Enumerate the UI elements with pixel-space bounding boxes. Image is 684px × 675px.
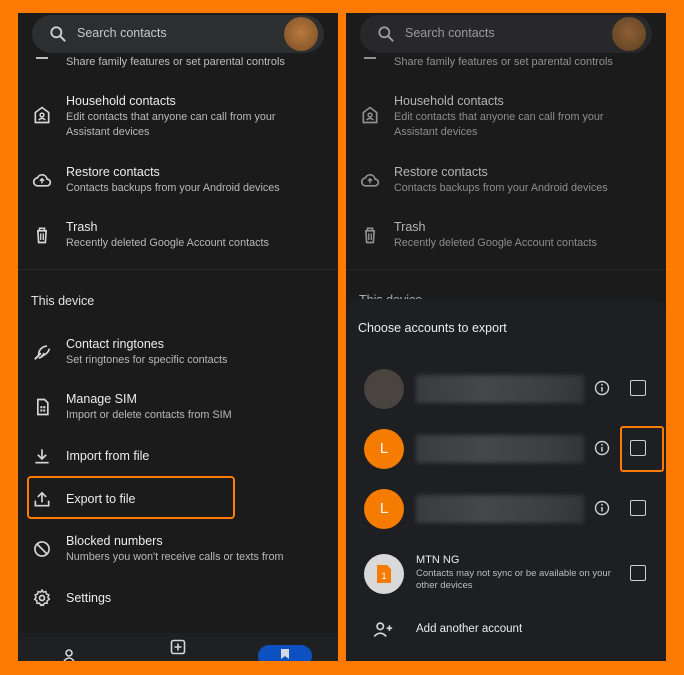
menu-title: Settings	[66, 591, 112, 605]
menu-household-contacts: Household contacts Edit contacts that an…	[346, 93, 666, 143]
household-icon	[34, 106, 50, 124]
sim-account-checkbox[interactable]	[630, 565, 646, 581]
ringtone-icon	[34, 345, 51, 360]
menu-contact-ringtones[interactable]: Contact ringtones Set ringtones for spec…	[18, 336, 338, 372]
account-avatar-letter: L	[364, 489, 404, 529]
menu-title: Restore contacts	[394, 165, 488, 179]
menu-title: Household contacts	[66, 94, 176, 108]
svg-text:1: 1	[381, 571, 386, 581]
export-dialog-panel: Search contacts Share family features or…	[346, 13, 666, 661]
menu-subtitle: Edit contacts that anyone can call from …	[394, 111, 604, 123]
add-person-icon	[373, 622, 393, 638]
contacts-menu-panel: Search contacts Share family features or…	[18, 13, 338, 661]
sim-account-note: Contacts may not sync or be available on…	[416, 568, 611, 591]
checkbox-highlight-box	[620, 426, 664, 472]
menu-subtitle: Edit contacts that anyone can call from …	[66, 111, 276, 123]
account-row[interactable]	[346, 361, 666, 417]
bottom-navigation	[18, 633, 338, 661]
menu-subtitle: Assistant devices	[66, 126, 150, 138]
account-row[interactable]: L	[346, 481, 666, 537]
account-checkbox[interactable]	[630, 500, 646, 516]
account-avatar[interactable]	[612, 17, 646, 51]
menu-manage-sim[interactable]: Manage SIM Import or delete contacts fro…	[18, 391, 338, 427]
menu-trash[interactable]: Trash Recently deleted Google Account co…	[18, 219, 338, 255]
menu-subtitle: Contacts backups from your Android devic…	[66, 182, 280, 194]
sim-card-icon: 1	[377, 565, 391, 583]
sim-avatar: 1	[364, 554, 404, 594]
account-email-blurred	[416, 375, 584, 403]
menu-subtitle: Set ringtones for specific contacts	[66, 354, 228, 366]
manage-tab-active[interactable]	[258, 645, 312, 661]
download-icon	[35, 449, 49, 464]
menu-subtitle: Assistant devices	[394, 126, 478, 138]
menu-title: Trash	[394, 220, 426, 234]
menu-subtitle: Numbers you won't receive calls or texts…	[66, 551, 284, 563]
add-contact-tab-icon[interactable]	[170, 639, 186, 655]
search-placeholder: Search contacts	[77, 26, 167, 40]
block-icon	[34, 541, 50, 557]
family-subtitle: Share family features or set parental co…	[66, 56, 285, 68]
search-icon	[50, 26, 66, 42]
info-icon[interactable]	[594, 440, 610, 456]
trash-icon	[365, 227, 375, 244]
sim-account-row[interactable]: 1 MTN NG Contacts may not sync or be ava…	[346, 546, 666, 602]
account-row[interactable]: L	[346, 421, 666, 477]
menu-household-contacts[interactable]: Household contacts Edit contacts that an…	[18, 93, 338, 143]
cloud-restore-icon	[32, 174, 52, 187]
household-icon	[362, 106, 378, 124]
sim-icon	[37, 398, 49, 416]
account-avatar[interactable]	[284, 17, 318, 51]
menu-title: Contact ringtones	[66, 337, 164, 351]
info-icon[interactable]	[594, 380, 610, 396]
menu-import-from-file[interactable]: Import from file	[18, 445, 338, 469]
export-highlight-box	[27, 476, 235, 519]
family-subtitle: Share family features or set parental co…	[394, 56, 613, 68]
menu-title: Household contacts	[394, 94, 504, 108]
menu-title: Blocked numbers	[66, 534, 163, 548]
menu-trash: Trash Recently deleted Google Account co…	[346, 219, 666, 255]
menu-subtitle: Contacts backups from your Android devic…	[394, 182, 608, 194]
search-icon	[378, 26, 394, 42]
account-email-blurred	[416, 435, 584, 463]
menu-title: Restore contacts	[66, 165, 160, 179]
divider	[346, 269, 666, 270]
menu-title: Trash	[66, 220, 98, 234]
search-placeholder: Search contacts	[405, 26, 495, 40]
search-bar[interactable]: Search contacts	[32, 15, 324, 53]
menu-restore-contacts: Restore contacts Contacts backups from y…	[346, 164, 666, 200]
account-avatar-letter: L	[364, 429, 404, 469]
divider	[18, 269, 338, 270]
gear-icon	[33, 588, 51, 607]
add-account-label: Add another account	[416, 623, 523, 635]
contacts-tab-icon[interactable]	[62, 649, 76, 661]
menu-subtitle: Import or delete contacts from SIM	[66, 409, 232, 421]
account-email-blurred	[416, 495, 584, 523]
family-icon	[36, 57, 48, 59]
bookmark-icon	[281, 649, 289, 659]
trash-icon	[37, 227, 47, 244]
account-checkbox[interactable]	[630, 380, 646, 396]
section-title: This device	[31, 294, 95, 308]
family-icon	[364, 57, 376, 59]
sheet-title: Choose accounts to export	[358, 321, 507, 335]
sim-account-name: MTN NG	[416, 554, 460, 566]
info-icon[interactable]	[594, 500, 610, 516]
export-bottom-sheet: Choose accounts to export L L 1 MTN NG C…	[346, 299, 666, 661]
menu-restore-contacts[interactable]: Restore contacts Contacts backups from y…	[18, 164, 338, 200]
cloud-restore-icon	[360, 174, 380, 187]
menu-settings[interactable]: Settings	[18, 587, 338, 611]
add-another-account-button[interactable]: Add another account	[346, 615, 666, 645]
menu-subtitle: Recently deleted Google Account contacts	[394, 237, 597, 249]
account-photo	[364, 369, 404, 409]
menu-subtitle: Recently deleted Google Account contacts	[66, 237, 269, 249]
search-bar[interactable]: Search contacts	[360, 15, 652, 53]
menu-title: Manage SIM	[66, 392, 137, 406]
menu-blocked-numbers[interactable]: Blocked numbers Numbers you won't receiv…	[18, 533, 338, 569]
menu-title: Import from file	[66, 449, 150, 463]
